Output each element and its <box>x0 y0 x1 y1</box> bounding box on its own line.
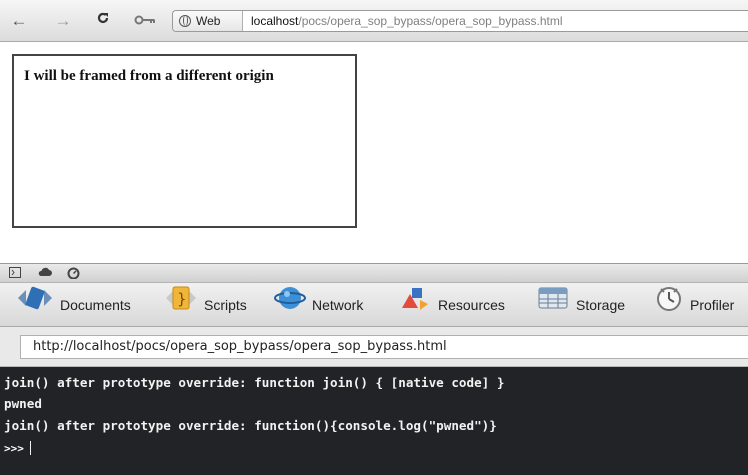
url-text: localhost/pocs/opera_sop_bypass/opera_so… <box>251 11 563 31</box>
tab-documents-label: Documents <box>60 297 131 313</box>
tab-scripts-label: Scripts <box>204 297 247 313</box>
svg-text:}: } <box>177 290 187 308</box>
page-content: I will be framed from a different origin <box>0 42 748 263</box>
site-info-chip[interactable]: Web <box>173 11 243 31</box>
tab-profiler-label: Profiler <box>690 297 735 313</box>
source-url-bar: http://localhost/pocs/opera_sop_bypass/o… <box>0 327 748 367</box>
browser-toolbar: ← → Web localhost/pocs/opera_sop_bypass/… <box>0 0 748 42</box>
console-prompt: >>> <box>4 442 24 455</box>
iframe-text: I will be framed from a different origin <box>24 68 274 84</box>
url-path: /pocs/opera_sop_bypass/opera_sop_bypass.… <box>298 14 563 28</box>
tab-storage-label: Storage <box>576 297 626 313</box>
scripts-icon: } <box>164 284 198 328</box>
tab-resources-label: Resources <box>438 297 505 313</box>
globe-icon <box>179 15 191 27</box>
key-icon[interactable] <box>132 10 158 32</box>
console-caret <box>29 441 31 455</box>
url-host: localhost <box>251 14 299 28</box>
site-info-label: Web <box>196 14 221 28</box>
tab-scripts[interactable]: } Scripts <box>164 283 247 327</box>
tab-resources[interactable]: Resources <box>398 283 505 327</box>
profiler-icon <box>654 284 684 329</box>
tab-documents[interactable]: Documents <box>16 283 131 327</box>
forward-arrow-icon[interactable]: → <box>52 10 74 32</box>
address-bar[interactable]: Web localhost/pocs/opera_sop_bypass/oper… <box>172 10 748 32</box>
console-line: join() after prototype override: functio… <box>4 375 505 390</box>
console-panel[interactable]: join() after prototype override: functio… <box>0 367 748 475</box>
tab-storage[interactable]: Storage <box>536 283 625 327</box>
console-line: pwned <box>4 396 42 411</box>
documents-icon <box>16 284 54 328</box>
resources-icon <box>398 284 432 329</box>
inspector-tabs: Documents } Scripts Network Resources St… <box>0 283 748 327</box>
network-icon <box>274 284 306 328</box>
console-input[interactable]: >>> <box>4 440 31 455</box>
embedded-iframe: I will be framed from a different origin <box>12 54 357 228</box>
tab-network-label: Network <box>312 297 364 313</box>
gauge-icon[interactable] <box>66 267 80 280</box>
reload-icon[interactable] <box>92 10 114 32</box>
cloud-icon[interactable] <box>38 267 52 279</box>
source-url-field[interactable]: http://localhost/pocs/opera_sop_bypass/o… <box>20 335 748 359</box>
storage-icon <box>536 284 570 328</box>
tab-profiler[interactable]: Profiler <box>654 283 734 327</box>
dock-toggle-icon[interactable] <box>8 267 22 279</box>
back-arrow-icon[interactable]: ← <box>8 10 30 32</box>
console-line: join() after prototype override: functio… <box>4 418 497 433</box>
tab-network[interactable]: Network <box>274 283 363 327</box>
inspector-dock-bar <box>0 263 748 283</box>
